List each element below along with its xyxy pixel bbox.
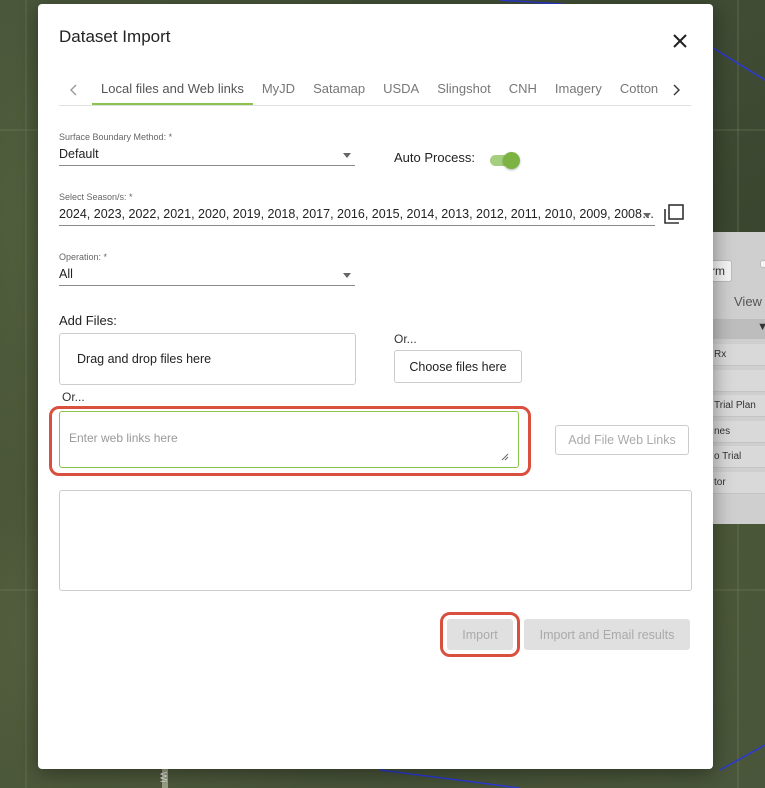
resize-grip-icon[interactable] (501, 453, 509, 461)
caret-down-icon (643, 213, 651, 218)
dropzone-text: Drag and drop files here (77, 352, 212, 366)
close-button[interactable] (669, 30, 691, 52)
side-panel-row[interactable]: nes (712, 421, 765, 443)
operation-label: Operation: * (59, 252, 108, 262)
add-files-label: Add Files: (59, 313, 117, 328)
tab-myjd[interactable]: MyJD (253, 74, 304, 105)
side-panel-row[interactable]: Rx (712, 344, 765, 366)
or-label: Or... (394, 332, 417, 346)
tab-scroll-right-button[interactable] (661, 74, 691, 105)
import-and-email-button[interactable]: Import and Email results (524, 619, 690, 650)
web-links-placeholder: Enter web links here (69, 431, 178, 445)
side-panel-view-label[interactable]: View (734, 294, 762, 309)
copy-button[interactable] (663, 203, 685, 225)
surface-boundary-select[interactable]: Surface Boundary Method: * Default (59, 132, 355, 166)
side-panel-row[interactable]: tor (712, 472, 765, 494)
source-tabs: Local files and Web links MyJD Satamap USDA… (59, 74, 691, 106)
tab-local-files[interactable]: Local files and Web links (92, 74, 253, 105)
chevron-left-icon (70, 84, 77, 95)
close-icon (673, 34, 687, 48)
or-label: Or... (62, 390, 85, 404)
tab-usda[interactable]: USDA (374, 74, 428, 105)
tab-satamap[interactable]: Satamap (304, 74, 374, 105)
tab-strip: Local files and Web links MyJD Satamap USDA… (92, 74, 659, 105)
copy-icon (664, 204, 684, 224)
caret-down-icon (343, 153, 351, 158)
triangle-down-icon: ▼ (757, 321, 765, 333)
import-results-area (59, 490, 692, 591)
season-value: 2024, 2023, 2022, 2021, 2020, 2019, 2018… (59, 207, 655, 221)
tab-scroll-left-button[interactable] (59, 74, 89, 105)
import-button[interactable]: Import (447, 619, 513, 650)
side-panel-select[interactable]: ▼ (712, 319, 765, 339)
season-select[interactable]: Select Season/s: * 2024, 2023, 2022, 202… (59, 192, 655, 226)
chevron-right-icon (673, 84, 680, 95)
side-panel-button-2[interactable] (760, 260, 765, 268)
operation-value: All (59, 267, 73, 281)
file-dropzone[interactable]: Drag and drop files here (59, 333, 356, 385)
dataset-import-dialog: Dataset Import Local files and Web links… (38, 4, 713, 769)
side-panel-row[interactable]: o Trial (712, 446, 765, 468)
tab-cotton[interactable]: Cotton (611, 74, 659, 105)
side-panel-row[interactable] (712, 370, 765, 392)
road-label: Wi (158, 771, 169, 783)
tab-slingshot[interactable]: Slingshot (428, 74, 499, 105)
dialog-title: Dataset Import (59, 27, 171, 46)
surface-boundary-value: Default (59, 147, 99, 161)
add-web-links-button[interactable]: Add File Web Links (555, 425, 689, 455)
caret-down-icon (343, 273, 351, 278)
web-links-textarea[interactable]: Enter web links here (59, 411, 519, 468)
season-label: Select Season/s: * (59, 192, 133, 202)
side-panel: rm View ▼ Rx Trial Plan nes o Trial tor (712, 232, 765, 524)
auto-process-toggle[interactable] (488, 152, 520, 169)
side-panel-button[interactable]: rm (712, 260, 732, 282)
side-panel-row[interactable]: Trial Plan (712, 395, 765, 417)
operation-select[interactable]: Operation: * All (59, 252, 355, 286)
tab-imagery[interactable]: Imagery (546, 74, 611, 105)
tab-cnh[interactable]: CNH (500, 74, 546, 105)
auto-process-label: Auto Process: (394, 150, 475, 165)
surface-boundary-label: Surface Boundary Method: * (59, 132, 173, 142)
choose-files-button[interactable]: Choose files here (394, 350, 522, 383)
